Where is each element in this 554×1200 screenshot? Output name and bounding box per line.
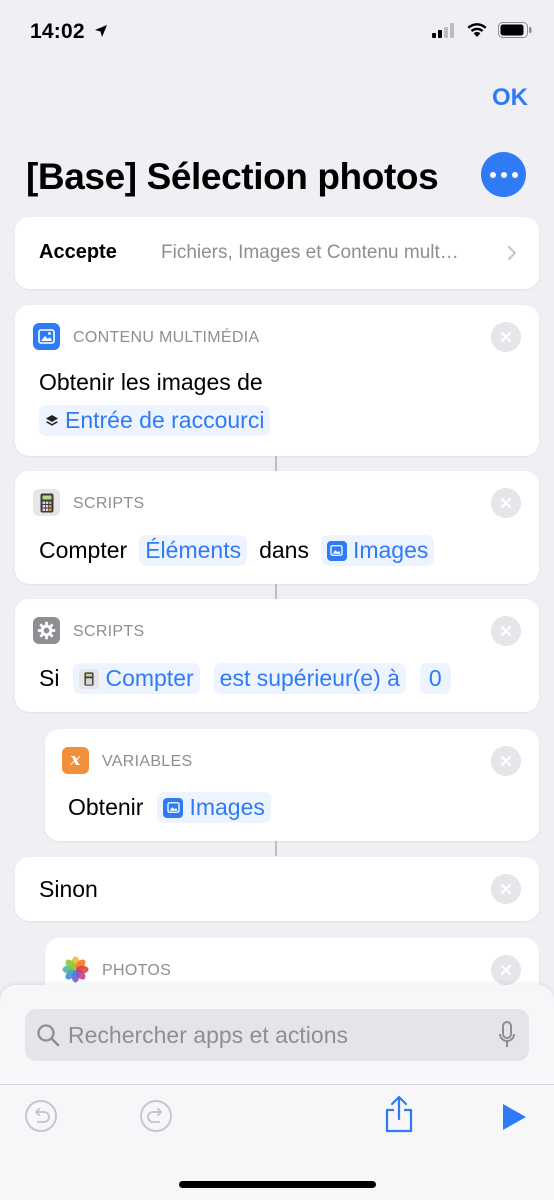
cellular-signal-icon xyxy=(432,22,454,38)
close-icon xyxy=(500,964,512,976)
home-indicator xyxy=(179,1181,376,1188)
close-icon xyxy=(500,883,512,895)
share-icon[interactable] xyxy=(383,1094,415,1134)
otherwise-block[interactable]: Sinon xyxy=(15,857,539,921)
accept-row[interactable]: Accepte Fichiers, Images et Contenu mult… xyxy=(15,217,539,289)
wifi-icon xyxy=(467,23,487,37)
images-token[interactable]: Images xyxy=(157,792,271,823)
toolbar-divider xyxy=(0,1084,554,1085)
action-get-variable[interactable]: x VARIABLES Obtenir Images xyxy=(45,729,539,841)
value-token[interactable]: 0 xyxy=(419,663,451,694)
layers-icon xyxy=(46,414,58,426)
if-keyword: Si xyxy=(39,665,60,691)
close-icon xyxy=(500,331,512,343)
undo-icon[interactable] xyxy=(24,1099,58,1133)
otherwise-label: Sinon xyxy=(39,876,98,902)
action-verb: Obtenir xyxy=(68,794,144,820)
token-label: Images xyxy=(189,794,265,820)
location-arrow-icon xyxy=(94,25,107,37)
condition-token[interactable]: est supérieur(e) à xyxy=(213,663,406,694)
connector-line xyxy=(275,584,277,599)
play-icon[interactable] xyxy=(500,1102,528,1132)
remove-action-button[interactable] xyxy=(491,322,521,352)
accept-value: Fichiers, Images et Contenu mult… xyxy=(161,242,459,263)
redo-icon[interactable] xyxy=(139,1099,173,1133)
remove-action-button[interactable] xyxy=(491,874,521,904)
close-icon xyxy=(500,497,512,509)
photo-media-icon xyxy=(163,797,184,818)
action-search-sheet: Rechercher apps et actions xyxy=(0,985,554,1200)
ellipsis-icon xyxy=(489,171,518,178)
action-if[interactable]: SCRIPTS Si Compter est supérieur(e) à 0 xyxy=(15,599,539,712)
count-variable-token[interactable]: Compter xyxy=(73,663,200,694)
calculator-icon xyxy=(33,489,60,516)
connector-line xyxy=(275,841,277,856)
token-label: est supérieur(e) à xyxy=(219,665,400,691)
action-category: SCRIPTS xyxy=(73,495,145,512)
action-verb: Compter xyxy=(39,537,128,563)
chevron-right-icon xyxy=(508,246,516,260)
images-token[interactable]: Images xyxy=(320,535,435,566)
search-input[interactable]: Rechercher apps et actions xyxy=(25,1009,529,1061)
accept-label: Accepte xyxy=(39,241,117,263)
battery-icon xyxy=(498,22,532,38)
remove-action-button[interactable] xyxy=(491,955,521,985)
action-category: CONTENU MULTIMÉDIA xyxy=(73,329,260,346)
status-icons xyxy=(432,22,532,38)
token-label: Éléments xyxy=(145,537,242,563)
token-label: Entrée de raccourci xyxy=(65,407,265,433)
action-count[interactable]: SCRIPTS Compter Éléments dans Images xyxy=(15,471,539,584)
status-time: 14:02 xyxy=(30,20,108,44)
photos-app-icon xyxy=(62,956,89,983)
photo-media-icon xyxy=(326,540,347,561)
elements-token[interactable]: Éléments xyxy=(139,535,248,566)
close-icon xyxy=(500,755,512,767)
microphone-icon[interactable] xyxy=(498,1021,516,1049)
connector-line xyxy=(275,456,277,471)
action-connector-word: dans xyxy=(259,537,309,563)
ok-button[interactable]: OK xyxy=(492,84,528,112)
remove-action-button[interactable] xyxy=(491,616,521,646)
search-placeholder: Rechercher apps et actions xyxy=(68,1022,348,1048)
action-category: SCRIPTS xyxy=(73,623,145,640)
token-label: Compter xyxy=(105,665,194,691)
action-get-images[interactable]: CONTENU MULTIMÉDIA Obtenir les images de… xyxy=(15,305,539,456)
remove-action-button[interactable] xyxy=(491,488,521,518)
page-title: [Base] Sélection photos xyxy=(26,156,439,197)
search-icon xyxy=(37,1024,60,1047)
gear-icon xyxy=(33,617,60,644)
shortcut-input-token[interactable]: Entrée de raccourci xyxy=(39,405,271,436)
remove-action-button[interactable] xyxy=(491,746,521,776)
token-label: 0 xyxy=(428,665,442,691)
action-text: Obtenir les images de xyxy=(39,369,263,395)
action-category: VARIABLES xyxy=(102,753,193,770)
token-label: Images xyxy=(352,537,429,563)
close-icon xyxy=(500,625,512,637)
more-button[interactable] xyxy=(481,152,526,197)
variable-icon: x xyxy=(62,747,89,774)
calculator-icon xyxy=(79,668,100,689)
action-category: PHOTOS xyxy=(102,962,172,979)
photo-media-icon xyxy=(33,323,60,350)
